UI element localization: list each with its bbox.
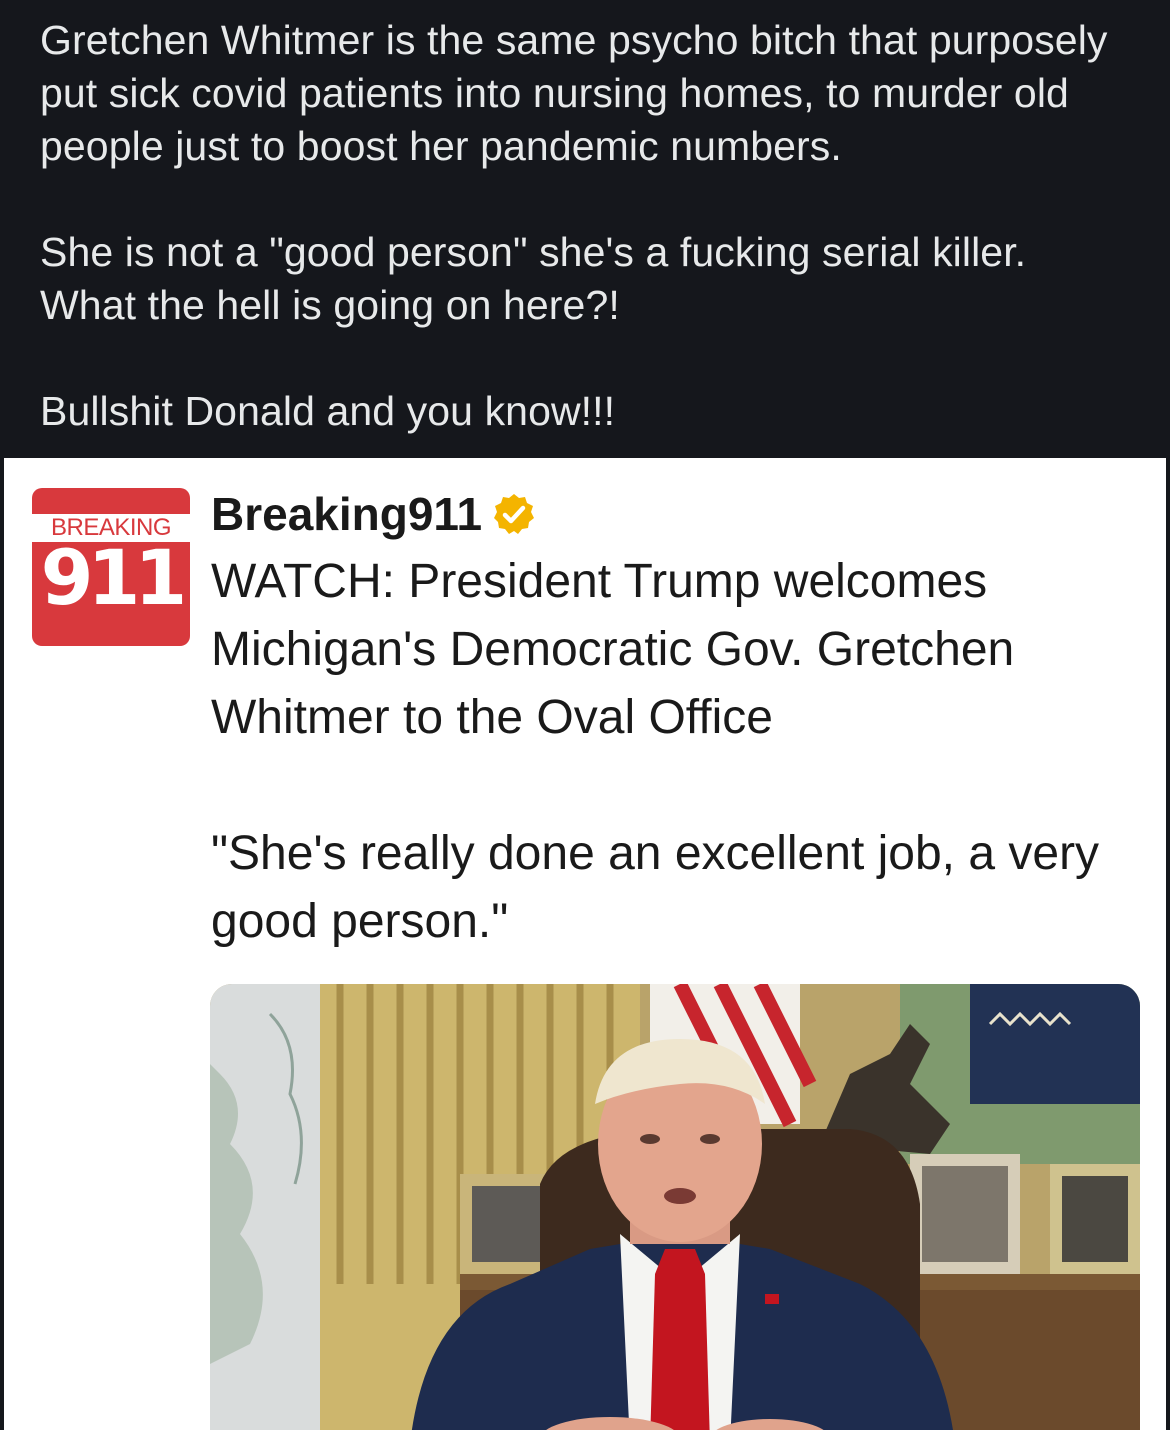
post-paragraph-2-line-2: What the hell is going on here?! xyxy=(40,282,620,328)
photo-illustration xyxy=(210,984,1140,1430)
account-handle[interactable]: Breaking911 xyxy=(211,487,482,541)
post-paragraph-3: Bullshit Donald and you know!!! xyxy=(40,388,616,434)
verified-badge-icon xyxy=(494,494,535,534)
post-text: Gretchen Whitmer is the same psycho bitc… xyxy=(40,14,1140,438)
tweet-quote: "She's really done an excellent job, a v… xyxy=(211,827,1100,948)
post-paragraph-2-line-1: She is not a "good person" she's a fucki… xyxy=(40,229,1027,275)
tweet-headline: WATCH: President Trump welcomes Michigan… xyxy=(211,555,1015,744)
tweet-header: Breaking911 xyxy=(211,484,536,544)
oval-office-photo[interactable] xyxy=(210,984,1140,1430)
logo-number: 911 xyxy=(40,533,188,622)
breaking911-logo[interactable]: BREAKING 911 xyxy=(32,488,190,646)
tweet-body: WATCH: President Trump welcomes Michigan… xyxy=(211,548,1141,956)
embedded-tweet-screenshot[interactable]: BREAKING 911 Breaking911 WATCH: Presiden… xyxy=(4,458,1166,1430)
post-paragraph-1: Gretchen Whitmer is the same psycho bitc… xyxy=(40,17,1108,169)
